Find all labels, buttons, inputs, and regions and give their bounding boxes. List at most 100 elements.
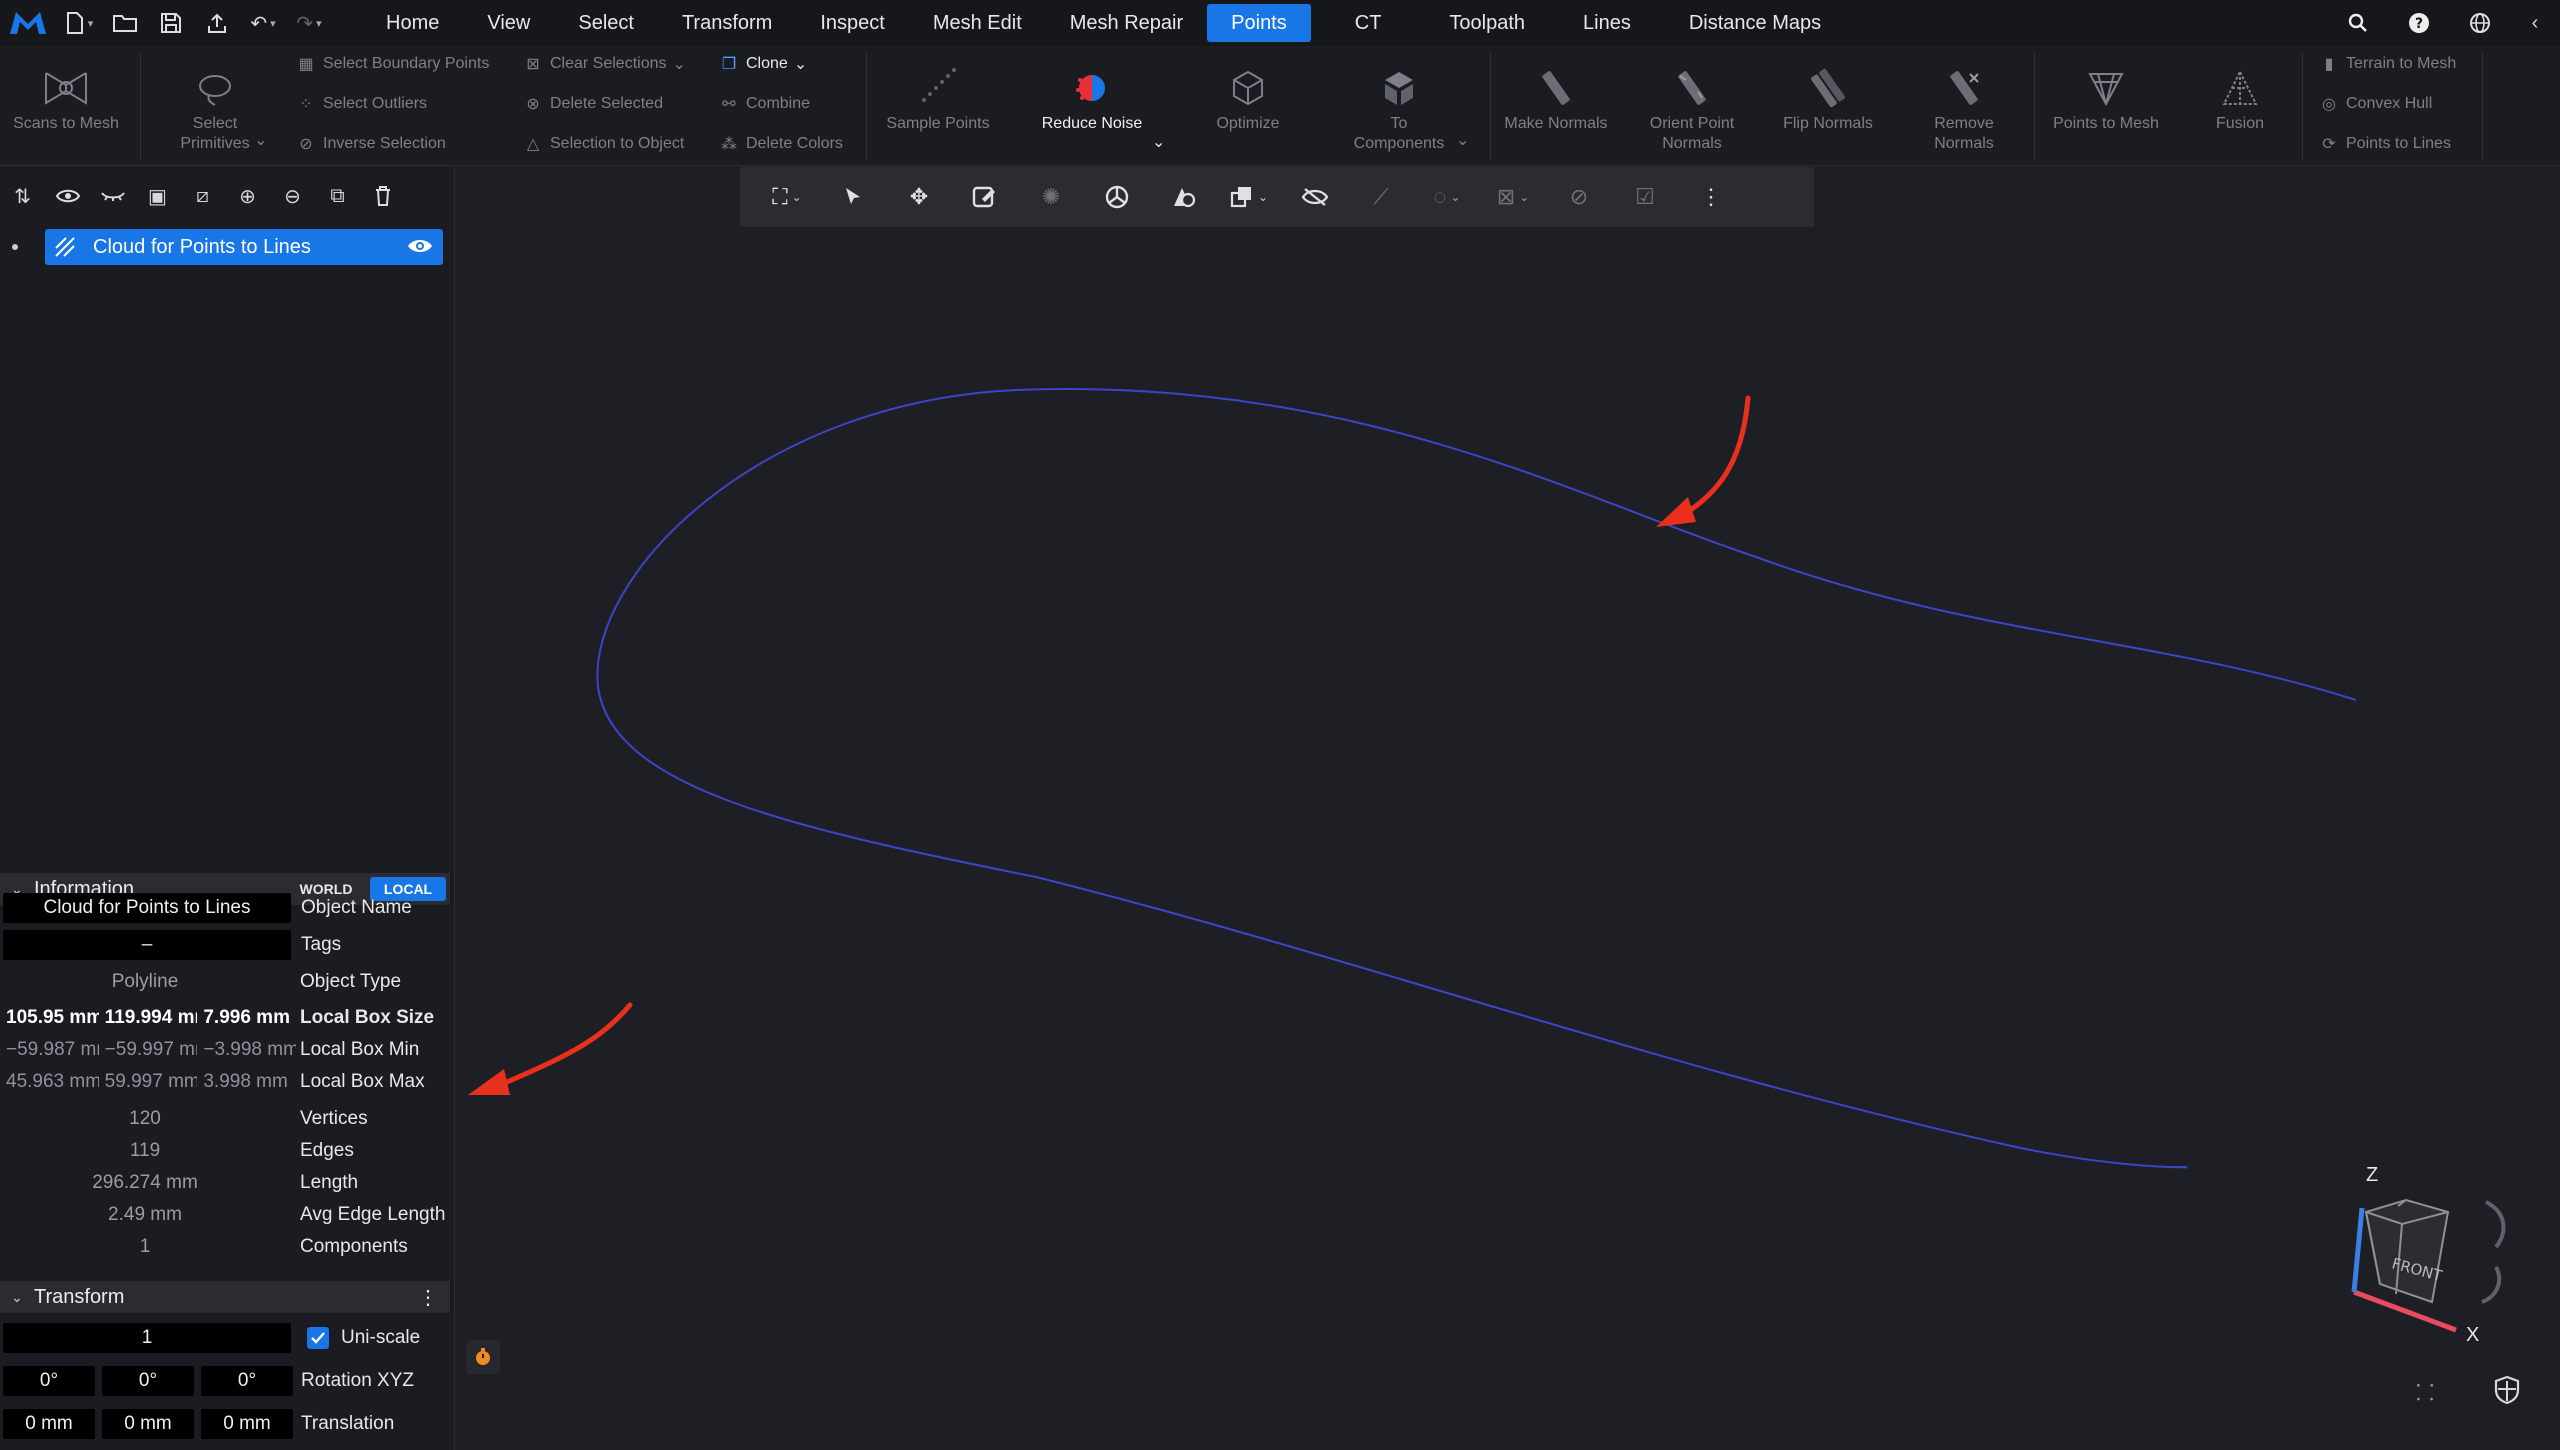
more-vertical-icon[interactable]: ⋮: [418, 1285, 438, 1310]
selection-to-object-button[interactable]: △ Selection to Object: [522, 134, 684, 154]
delete-colors-icon: ⁂: [721, 136, 737, 153]
inverse-selection-button[interactable]: ⊘ Inverse Selection: [295, 134, 445, 154]
eye-icon[interactable]: [45, 188, 90, 204]
to-components-button[interactable]: To Components: [1340, 58, 1458, 154]
ribbon-divider: [2034, 52, 2035, 160]
info-vertices-row: 120 Vertices: [0, 1104, 455, 1134]
make-normals-label: Make Normals: [1504, 115, 1608, 132]
clone-button[interactable]: ❐ Clone ⌄: [718, 54, 807, 74]
fit-selection-icon[interactable]: ⸬: [2416, 1377, 2434, 1407]
convex-hull-button[interactable]: ◎ Convex Hull: [2318, 94, 2432, 114]
boundary-points-icon: ▦: [298, 56, 314, 73]
make-normals-button[interactable]: Make Normals: [1496, 58, 1616, 134]
annotation-arrow: [1656, 395, 1751, 527]
tab-toolpath[interactable]: Toolpath: [1425, 4, 1549, 42]
redo-icon[interactable]: ↷ ▾: [286, 0, 332, 46]
scans-to-mesh-button[interactable]: Scans to Mesh: [0, 58, 132, 134]
main-tabs: Home View Select Transform Inspect Mesh …: [362, 0, 1845, 46]
rotation-z-input[interactable]: 0°: [201, 1366, 293, 1396]
help-icon[interactable]: ?: [2388, 0, 2449, 46]
scene-tree-item[interactable]: Cloud for Points to Lines: [45, 229, 443, 265]
move-up-icon[interactable]: ⊕: [225, 184, 270, 209]
tab-mesh-repair[interactable]: Mesh Repair: [1046, 4, 1207, 42]
remove-normals-button[interactable]: Remove Normals: [1904, 58, 2024, 154]
eye-closed-icon[interactable]: [90, 188, 135, 204]
select-all-icon[interactable]: ▣: [135, 184, 180, 209]
ribbon-divider: [2302, 52, 2303, 160]
combine-button[interactable]: ⚯ Combine: [718, 94, 810, 114]
translation-z-input[interactable]: 0 mm: [201, 1409, 293, 1439]
select-primitives-dropdown-icon[interactable]: ⌄: [254, 130, 267, 150]
select-outliers-button[interactable]: ⁘ Select Outliers: [295, 94, 427, 114]
outliers-icon: ⁘: [299, 96, 313, 113]
timer-icon[interactable]: [466, 1340, 500, 1374]
tab-mesh-edit[interactable]: Mesh Edit: [909, 4, 1046, 42]
reduce-noise-button[interactable]: Reduce Noise: [1030, 58, 1154, 134]
flip-normals-button[interactable]: Flip Normals: [1768, 58, 1888, 134]
new-file-icon[interactable]: ▾: [56, 0, 102, 46]
tree-bullet: [12, 244, 18, 250]
trash-icon[interactable]: [360, 186, 405, 206]
tab-points[interactable]: Points: [1207, 4, 1311, 42]
chevron-down-icon: ⌄: [11, 1288, 23, 1305]
points-to-lines-button[interactable]: ⟳ Points to Lines: [2318, 134, 2451, 154]
shield-view-icon[interactable]: [2492, 1375, 2522, 1410]
tab-view[interactable]: View: [463, 4, 554, 42]
tab-transform[interactable]: Transform: [658, 4, 796, 42]
save-icon[interactable]: [148, 0, 194, 46]
optimize-label: Optimize: [1216, 115, 1280, 132]
tab-inspect[interactable]: Inspect: [796, 4, 908, 42]
orient-point-normals-button[interactable]: Orient Point Normals: [1632, 58, 1752, 154]
fusion-icon: [2220, 58, 2260, 108]
3d-viewport[interactable]: ⛶ ⌄ ✥ ✺ ⌄ ⟋ ◌ ⌄ ⊠ ⌄ ⊘ ☑ ⋮ FRONT Z X ⸬: [456, 167, 2560, 1450]
tab-home[interactable]: Home: [362, 4, 463, 42]
translation-y-input[interactable]: 0 mm: [102, 1409, 194, 1439]
deselect-icon[interactable]: ⧄: [180, 185, 225, 208]
remove-normals-label: Remove Normals: [1934, 115, 1994, 152]
tab-ct[interactable]: CT: [1331, 4, 1406, 42]
rotation-x-input[interactable]: 0°: [3, 1366, 95, 1396]
translation-x-input[interactable]: 0 mm: [3, 1409, 95, 1439]
transform-title: Transform: [34, 1285, 125, 1308]
to-components-dropdown-icon[interactable]: ⌄: [1456, 130, 1469, 150]
visibility-eye-icon[interactable]: [407, 237, 433, 260]
select-boundary-points-button[interactable]: ▦ Select Boundary Points: [295, 54, 489, 74]
terrain-to-mesh-button[interactable]: ▮ Terrain to Mesh: [2318, 54, 2457, 74]
export-icon[interactable]: [194, 0, 240, 46]
uniscale-checkbox[interactable]: [307, 1327, 329, 1349]
search-icon[interactable]: [2327, 0, 2388, 46]
reduce-noise-dropdown-icon[interactable]: ⌄: [1152, 132, 1165, 152]
fusion-button[interactable]: Fusion: [2184, 58, 2296, 134]
globe-icon[interactable]: [2449, 0, 2510, 46]
clear-selections-button[interactable]: ⊠ Clear Selections ⌄: [522, 54, 686, 74]
object-type-value: Polyline: [111, 971, 179, 992]
tab-lines[interactable]: Lines: [1559, 4, 1655, 42]
scale-input[interactable]: 1: [3, 1323, 291, 1353]
axis-z-label: Z: [2366, 1164, 2379, 1186]
collapse-chevron-icon[interactable]: ‹: [2510, 0, 2560, 46]
sample-points-button[interactable]: Sample Points: [872, 58, 1004, 134]
sort-az-icon[interactable]: ⇅: [0, 184, 45, 209]
tags-field[interactable]: –: [3, 930, 291, 960]
app-logo[interactable]: [0, 0, 56, 46]
optimize-button[interactable]: Optimize: [1190, 58, 1306, 134]
box-min-z: −3.998 mm: [203, 1039, 297, 1060]
tab-distance-maps[interactable]: Distance Maps: [1665, 4, 1845, 42]
points-to-mesh-button[interactable]: Points to Mesh: [2040, 58, 2172, 134]
open-folder-icon[interactable]: [102, 0, 148, 46]
view-cube[interactable]: FRONT Z X: [2336, 1164, 2536, 1346]
sample-points-icon: [916, 58, 960, 108]
duplicate-icon[interactable]: ⧉: [315, 185, 360, 208]
tab-select[interactable]: Select: [554, 4, 658, 42]
polyline-curve[interactable]: [596, 388, 2357, 1169]
polyline-icon: [45, 236, 85, 258]
rotation-y-input[interactable]: 0°: [102, 1366, 194, 1396]
object-name-field[interactable]: Cloud for Points to Lines: [3, 893, 291, 923]
delete-selected-button[interactable]: ⊗ Delete Selected: [522, 94, 663, 114]
uniscale-label: Uni-scale: [341, 1327, 421, 1348]
move-down-icon[interactable]: ⊖: [270, 184, 315, 209]
undo-icon[interactable]: ↶ ▾: [240, 0, 286, 46]
transform-header[interactable]: ⌄ Transform ⋮: [0, 1281, 450, 1313]
edges-label: Edges: [300, 1140, 354, 1161]
delete-colors-button[interactable]: ⁂ Delete Colors: [718, 134, 843, 154]
